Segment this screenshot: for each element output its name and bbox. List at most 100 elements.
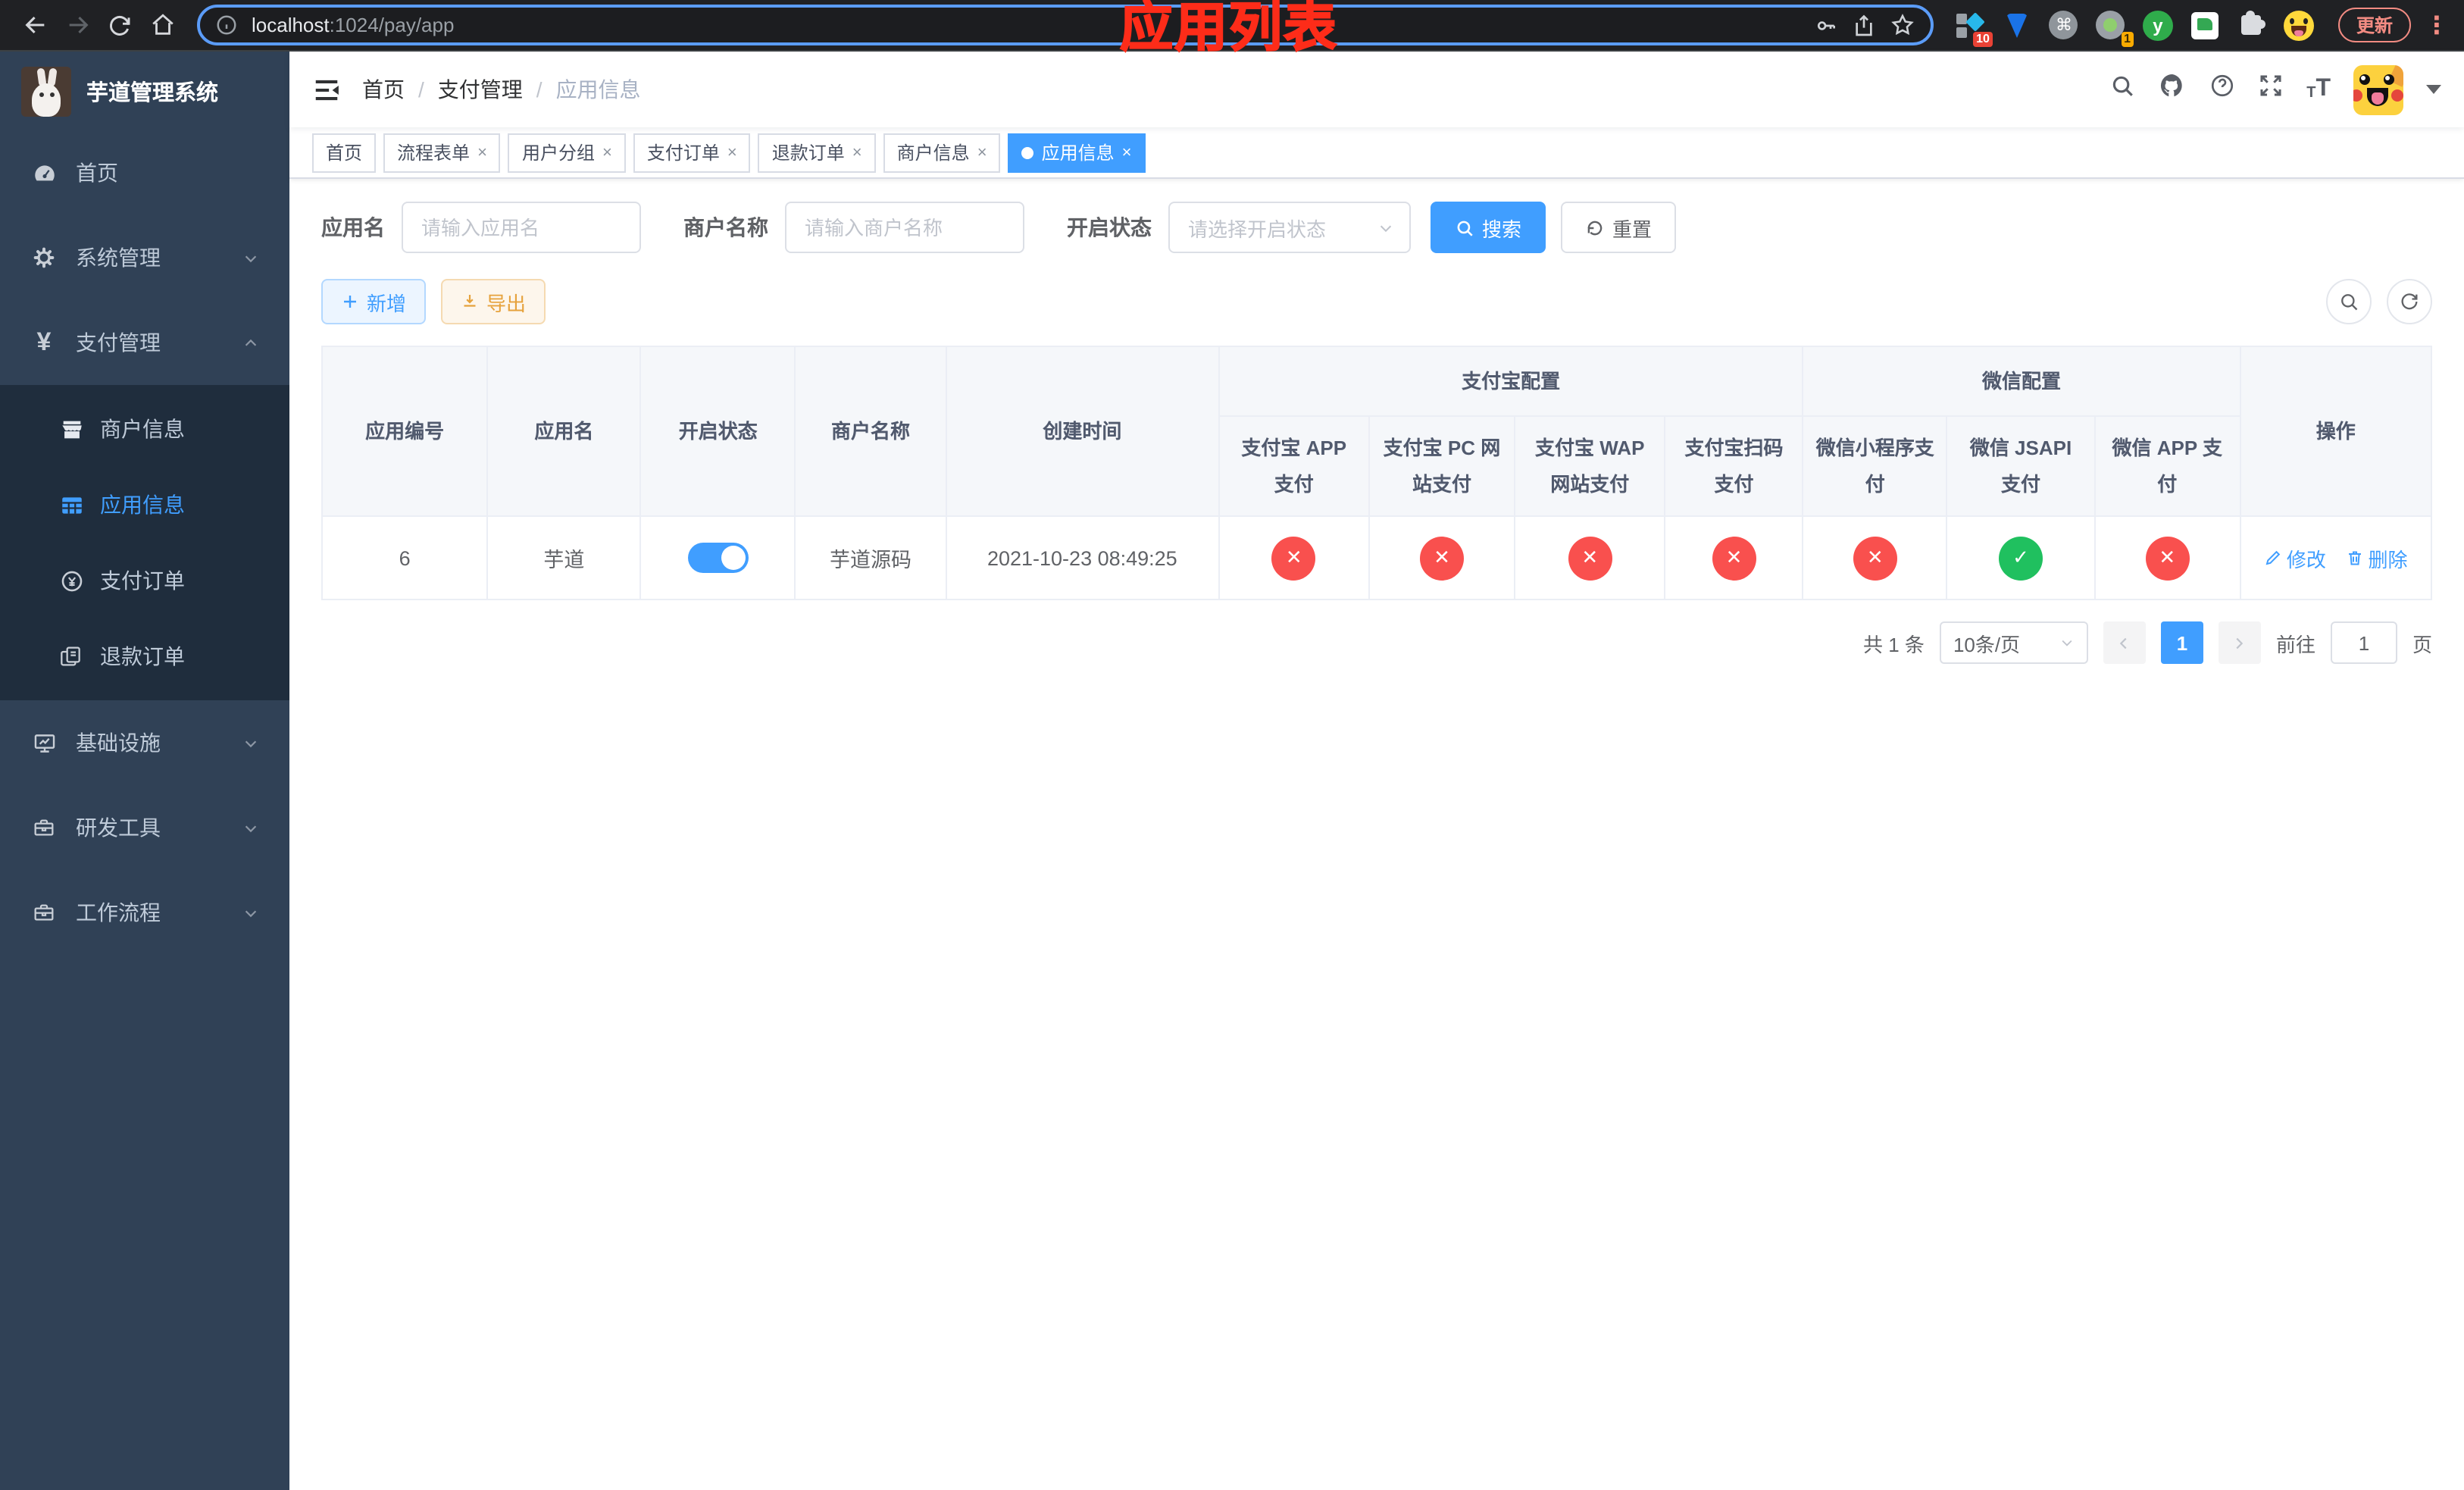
grid-icon bbox=[58, 492, 85, 518]
col-group-wechat: 微信配置 bbox=[1802, 346, 2241, 417]
chevron-down-icon bbox=[242, 819, 259, 836]
chevron-down-icon bbox=[2059, 635, 2075, 650]
sidebar-collapse-icon[interactable] bbox=[312, 75, 341, 104]
top-navbar: 首页 / 支付管理 / 应用信息 T T bbox=[289, 52, 2464, 127]
delete-link[interactable]: 删除 bbox=[2345, 543, 2408, 572]
back-icon[interactable] bbox=[15, 5, 55, 45]
sidebar-item-workflow[interactable]: 工作流程 bbox=[0, 870, 289, 955]
chrome-update-button[interactable]: 更新 bbox=[2337, 8, 2411, 42]
col-group-alipay: 支付宝配置 bbox=[1218, 346, 1804, 417]
edit-link[interactable]: 修改 bbox=[2264, 543, 2326, 572]
tab-app-info[interactable]: 应用信息 × bbox=[1008, 133, 1146, 172]
caret-down-icon[interactable] bbox=[2426, 85, 2441, 94]
sidebar-item-refund-order[interactable]: 退款订单 bbox=[0, 618, 289, 694]
tab-pay-order[interactable]: 支付订单 × bbox=[633, 133, 751, 172]
extension-doc-icon[interactable] bbox=[2190, 10, 2220, 40]
bookmark-star-icon[interactable] bbox=[1890, 12, 1915, 38]
status-toggle[interactable] bbox=[687, 543, 749, 573]
col-app-name: 应用名 bbox=[486, 346, 642, 517]
sidebar-item-dev-tools[interactable]: 研发工具 bbox=[0, 785, 289, 870]
page: localhost:1024/pay/app 10 ⌘ 1 y 更新 ⋮ 芋道管… bbox=[0, 0, 2464, 1490]
close-icon[interactable]: × bbox=[852, 143, 862, 161]
app-logo[interactable]: 芋道管理系统 bbox=[0, 52, 289, 130]
github-icon[interactable] bbox=[2158, 71, 2187, 108]
goto-page-input[interactable] bbox=[2330, 621, 2397, 664]
sidebar-item-infrastructure[interactable]: 基础设施 bbox=[0, 700, 289, 785]
tab-merchant-info[interactable]: 商户信息 × bbox=[883, 133, 1001, 172]
add-button[interactable]: 新增 bbox=[321, 279, 427, 324]
breadcrumb-payment[interactable]: 支付管理 bbox=[438, 74, 523, 105]
refresh-button[interactable] bbox=[2387, 279, 2432, 324]
toolbox-icon bbox=[30, 900, 58, 925]
font-size-icon[interactable]: TT bbox=[2306, 77, 2331, 102]
close-icon[interactable]: × bbox=[1122, 143, 1132, 161]
breadcrumb-home[interactable]: 首页 bbox=[362, 74, 405, 105]
extension-y-icon[interactable]: y bbox=[2142, 10, 2173, 40]
page-size-select[interactable]: 10条/页 bbox=[1939, 621, 2088, 664]
sidebar-item-payment[interactable]: ¥ 支付管理 bbox=[0, 300, 289, 385]
merchant-name-label: 商户名称 bbox=[683, 215, 768, 239]
breadcrumb-current: 应用信息 bbox=[555, 77, 641, 102]
sidebar-item-merchant-info[interactable]: 商户信息 bbox=[0, 391, 289, 467]
status-label: 开启状态 bbox=[1067, 215, 1152, 239]
wechat-mini-status-badge: ✕ bbox=[1853, 536, 1897, 580]
status-select[interactable]: 请选择开启状态 bbox=[1168, 202, 1411, 253]
tags-view: 首页 流程表单 × 用户分组 × 支付订单 × 退款订单 × 商户信息 × 应用信息 × bbox=[289, 127, 2464, 179]
app-name-input[interactable] bbox=[402, 202, 641, 253]
active-dot bbox=[1021, 146, 1034, 158]
extension-puzzle-icon[interactable] bbox=[2237, 10, 2267, 40]
tab-refund-order[interactable]: 退款订单 × bbox=[758, 133, 876, 172]
fullscreen-icon[interactable] bbox=[2258, 73, 2284, 106]
site-info-icon[interactable] bbox=[215, 14, 238, 36]
table-row: 6 芋道 芋道源码 2021-10-23 08:49:25 ✕ ✕ ✕ ✕ ✕ … bbox=[321, 515, 2433, 600]
user-avatar[interactable] bbox=[2353, 64, 2403, 114]
tab-user-group[interactable]: 用户分组 × bbox=[508, 133, 626, 172]
home-icon[interactable] bbox=[142, 5, 182, 45]
col-created: 创建时间 bbox=[945, 346, 1220, 517]
forward-icon[interactable] bbox=[58, 5, 97, 45]
cell-app-id: 6 bbox=[321, 515, 489, 600]
url-bar[interactable]: localhost:1024/pay/app bbox=[197, 5, 1934, 45]
reset-button[interactable]: 重置 bbox=[1561, 202, 1677, 253]
table-toolbar: 新增 导出 bbox=[321, 279, 2432, 324]
search-form: 应用名 商户名称 开启状态 请选择开启状态 搜索 bbox=[321, 202, 2432, 253]
sidebar-item-home[interactable]: 首页 bbox=[0, 130, 289, 215]
sidebar-item-pay-order[interactable]: 支付订单 bbox=[0, 543, 289, 618]
close-icon[interactable]: × bbox=[977, 143, 987, 161]
extension-kite-icon[interactable] bbox=[2002, 10, 2032, 40]
export-button[interactable]: 导出 bbox=[441, 279, 546, 324]
tab-home[interactable]: 首页 bbox=[312, 133, 377, 172]
next-page-button[interactable] bbox=[2218, 621, 2261, 664]
search-button[interactable]: 搜索 bbox=[1431, 202, 1546, 253]
pay-order-icon bbox=[58, 568, 85, 593]
extension-blocks-icon[interactable]: 10 bbox=[1955, 10, 1993, 46]
chevron-down-icon bbox=[242, 249, 259, 266]
browser-menu-icon[interactable]: ⋮ bbox=[2425, 10, 2449, 40]
extension-command-icon[interactable]: ⌘ bbox=[2049, 10, 2079, 40]
search-icon[interactable] bbox=[2109, 73, 2135, 106]
col-wechat-jsapi: 微信 JSAPI 支付 bbox=[1946, 415, 2096, 517]
col-alipay-wap: 支付宝 WAP 网站支付 bbox=[1514, 415, 1666, 517]
close-icon[interactable]: × bbox=[477, 143, 487, 161]
prev-page-button[interactable] bbox=[2103, 621, 2146, 664]
help-icon[interactable] bbox=[2209, 73, 2235, 106]
password-key-icon[interactable] bbox=[1814, 13, 1838, 37]
close-icon[interactable]: × bbox=[727, 143, 737, 161]
profile-avatar[interactable] bbox=[2283, 10, 2314, 40]
col-alipay-app: 支付宝 APP 支付 bbox=[1218, 415, 1370, 517]
sidebar-item-system[interactable]: 系统管理 bbox=[0, 215, 289, 300]
reload-icon[interactable] bbox=[100, 5, 139, 45]
toggle-search-button[interactable] bbox=[2326, 279, 2372, 324]
annotation-overlay: 应用列表 bbox=[1119, 0, 1339, 58]
close-icon[interactable]: × bbox=[602, 143, 612, 161]
extension-target-icon[interactable]: 1 bbox=[2096, 10, 2134, 46]
extension-badge: 10 bbox=[1973, 31, 1993, 46]
sidebar-item-app-info[interactable]: 应用信息 bbox=[0, 467, 289, 543]
cell-app-name: 芋道 bbox=[486, 515, 642, 600]
tab-process-form[interactable]: 流程表单 × bbox=[383, 133, 501, 172]
app-name-label: 应用名 bbox=[321, 215, 385, 239]
share-icon[interactable] bbox=[1852, 13, 1876, 37]
store-icon bbox=[58, 416, 85, 442]
page-number-button[interactable]: 1 bbox=[2160, 621, 2203, 664]
merchant-name-input[interactable] bbox=[785, 202, 1024, 253]
